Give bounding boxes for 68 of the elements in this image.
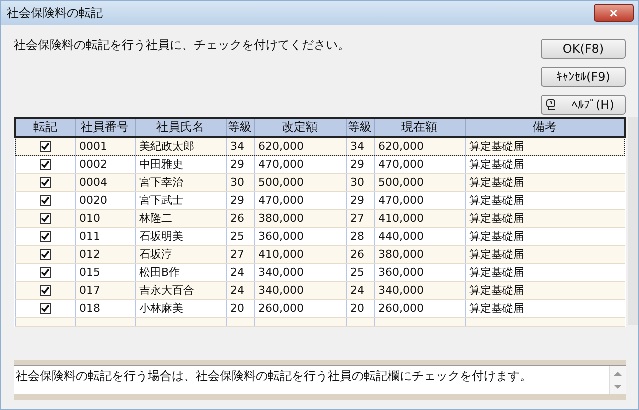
table-cell: 340,000 bbox=[254, 282, 346, 300]
scroll-up-icon[interactable] bbox=[614, 370, 622, 376]
table-row[interactable]: 0004 宮下幸治 30 500,000 30 500,000 算定基礎届 bbox=[15, 174, 625, 192]
checkbox[interactable] bbox=[40, 231, 50, 242]
help-button[interactable]: ﾍﾙﾌﾟ(H) bbox=[541, 95, 626, 115]
column-header[interactable]: 改定額 bbox=[254, 118, 346, 137]
table-cell: 380,000 bbox=[374, 246, 465, 264]
table-cell: 算定基礎届 bbox=[465, 174, 625, 192]
table-cell: 500,000 bbox=[374, 174, 465, 192]
column-header[interactable]: 備考 bbox=[465, 118, 625, 137]
table-cell: 620,000 bbox=[374, 137, 465, 156]
table-cell: 26 bbox=[226, 210, 254, 228]
table-cell: 算定基礎届 bbox=[465, 246, 625, 264]
table-cell: 410,000 bbox=[254, 246, 346, 264]
table-cell: 算定基礎届 bbox=[465, 282, 625, 300]
checkbox[interactable] bbox=[40, 177, 50, 188]
table-cell: 24 bbox=[346, 282, 374, 300]
table-cell: 26 bbox=[346, 246, 374, 264]
checkbox[interactable] bbox=[40, 285, 50, 296]
checkbox[interactable] bbox=[40, 141, 50, 152]
checkbox[interactable] bbox=[40, 213, 50, 224]
checkbox[interactable] bbox=[40, 249, 50, 260]
table-cell: 美紀政太郎 bbox=[135, 137, 226, 156]
table-cell: 27 bbox=[346, 210, 374, 228]
checkbox[interactable] bbox=[40, 195, 50, 206]
description-text: 社会保険料の転記を行う場合は、社会保険料の転記を行う社員の転記欄にチェックを付けます。 bbox=[15, 368, 533, 385]
table-cell: 算定基礎届 bbox=[465, 210, 625, 228]
table-cell: 010 bbox=[75, 210, 135, 228]
scrollbar[interactable] bbox=[628, 117, 638, 325]
column-header[interactable]: 転記 bbox=[15, 118, 75, 137]
table-cell: 30 bbox=[346, 174, 374, 192]
table-cell: 林隆二 bbox=[135, 210, 226, 228]
table-cell: 410,000 bbox=[374, 210, 465, 228]
table-cell: 34 bbox=[346, 137, 374, 156]
table-cell: 30 bbox=[226, 174, 254, 192]
instruction-text: 社会保険料の転記を行う社員に、チェックを付けてください。 bbox=[14, 37, 350, 54]
table-cell: 340,000 bbox=[374, 282, 465, 300]
window-title: 社会保険料の転記 bbox=[7, 4, 103, 22]
checkbox[interactable] bbox=[40, 303, 50, 314]
table-row[interactable]: 017 吉永大百合 24 340,000 24 340,000 算定基礎届 bbox=[15, 282, 625, 300]
ok-button[interactable]: OK(F8) bbox=[541, 39, 626, 59]
checkbox[interactable] bbox=[40, 267, 50, 278]
table-cell: 27 bbox=[226, 246, 254, 264]
column-header[interactable]: 等級 bbox=[346, 118, 374, 137]
table-cell: 380,000 bbox=[254, 210, 346, 228]
column-header[interactable]: 社員番号 bbox=[75, 118, 135, 137]
column-header[interactable]: 等級 bbox=[226, 118, 254, 137]
table-cell: 算定基礎届 bbox=[465, 137, 625, 156]
table-cell: 宮下幸治 bbox=[135, 174, 226, 192]
column-header[interactable]: 社員氏名 bbox=[135, 118, 226, 137]
scroll-down-icon[interactable] bbox=[614, 384, 622, 390]
cancel-button[interactable]: ｷｬﾝｾﾙ(F9) bbox=[541, 67, 626, 87]
table-row[interactable]: 012 石坂淳 27 410,000 26 380,000 算定基礎届 bbox=[15, 246, 625, 264]
table-row[interactable]: 0001 美紀政太郎 34 620,000 34 620,000 算定基礎届 bbox=[15, 137, 625, 156]
column-header[interactable]: 現在額 bbox=[374, 118, 465, 137]
table-cell: 石坂淳 bbox=[135, 246, 226, 264]
table-cell: 500,000 bbox=[254, 174, 346, 192]
table-cell: 0004 bbox=[75, 174, 135, 192]
table-cell: 24 bbox=[226, 282, 254, 300]
scrollbar[interactable] bbox=[609, 366, 626, 394]
checkbox[interactable] bbox=[40, 159, 50, 170]
table-cell: 0001 bbox=[75, 137, 135, 156]
table-cell: 012 bbox=[75, 246, 135, 264]
table-row[interactable]: 010 林隆二 26 380,000 27 410,000 算定基礎届 bbox=[15, 210, 625, 228]
table-cell: 620,000 bbox=[254, 137, 346, 156]
table-cell: 017 bbox=[75, 282, 135, 300]
table-cell: 34 bbox=[226, 137, 254, 156]
table-cell: 吉永大百合 bbox=[135, 282, 226, 300]
